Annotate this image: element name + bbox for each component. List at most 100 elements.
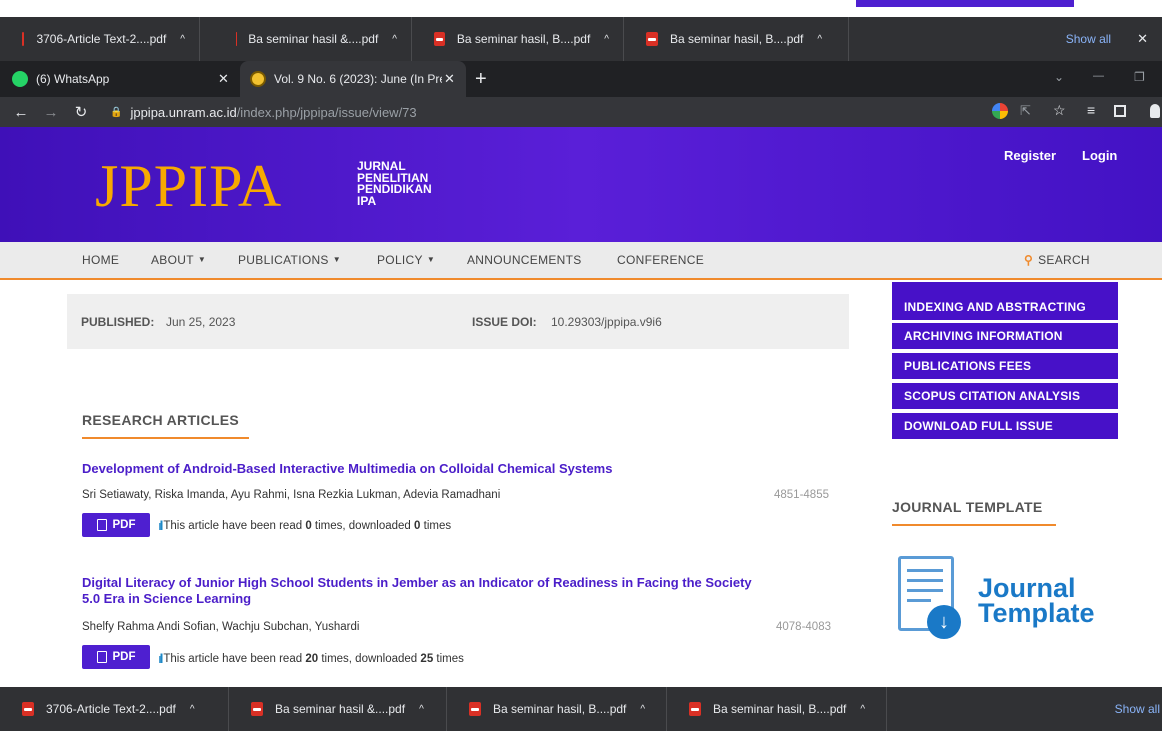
article-title-line: Digital Literacy of Junior High School S…: [82, 575, 752, 590]
article-title[interactable]: Development of Android-Based Interactive…: [82, 461, 612, 477]
tab-search-icon[interactable]: ⌄: [1054, 70, 1064, 84]
tab-whatsapp[interactable]: (6) WhatsApp ✕: [12, 61, 240, 97]
sidebar-publication-fees[interactable]: PUBLICATIONS FEES: [892, 353, 1118, 379]
search-icon: ⚲: [1024, 253, 1034, 267]
show-all-button[interactable]: Show all: [1115, 702, 1160, 716]
section-underline: [82, 437, 249, 439]
download-item[interactable]: Ba seminar hasil &....pdf ^: [200, 17, 412, 61]
stats-text: times: [423, 519, 452, 532]
nav-announcements[interactable]: ANNOUNCEMENTS: [467, 253, 582, 267]
sidebar-scopus[interactable]: SCOPUS CITATION ANALYSIS: [892, 383, 1118, 409]
chevron-up-icon[interactable]: ^: [180, 34, 185, 45]
download-item[interactable]: 3706-Article Text-2....pdf ^: [0, 687, 229, 731]
login-link[interactable]: Login: [1082, 148, 1117, 163]
download-filename: 3706-Article Text-2....pdf: [36, 32, 167, 46]
doc-line: [907, 579, 943, 582]
download-filename: Ba seminar hasil, B....pdf: [493, 702, 627, 716]
pdf-file-icon: [22, 32, 25, 46]
show-all-button[interactable]: Show all: [1066, 32, 1111, 46]
nav-home[interactable]: HOME: [82, 253, 119, 267]
download-item[interactable]: Ba seminar hasil, B....pdf ^: [624, 17, 849, 61]
chevron-up-icon[interactable]: ^: [392, 34, 397, 45]
close-icon[interactable]: ✕: [444, 71, 455, 87]
article-stats: ıll This article have been read 0 times,…: [158, 518, 451, 533]
article-stats: ıll This article have been read 20 times…: [158, 651, 464, 666]
pdf-button[interactable]: PDF: [82, 645, 150, 669]
reload-icon[interactable]: ↻: [70, 103, 92, 121]
article-title[interactable]: Digital Literacy of Junior High School S…: [82, 575, 752, 607]
page-peek-strip: [856, 0, 1074, 7]
tab-jppipa[interactable]: Vol. 9 No. 6 (2023): June (In Press ✕: [240, 61, 466, 97]
pdf-file-icon: [469, 702, 481, 716]
issue-info-box: PUBLISHED: Jun 25, 2023 ISSUE DOI: 10.29…: [67, 294, 849, 349]
journal-template-link[interactable]: Journal Template: [978, 575, 1095, 628]
published-label: PUBLISHED:: [81, 315, 155, 329]
chevron-up-icon[interactable]: ^: [604, 34, 609, 45]
site-logo[interactable]: JPPIPA: [95, 156, 282, 216]
stats-text: times, downloaded: [314, 519, 411, 532]
article-authors: Sri Setiawaty, Riska Imanda, Ayu Rahmi, …: [82, 489, 501, 501]
read-count: 20: [305, 652, 319, 665]
bookmark-star-icon[interactable]: ☆: [1053, 102, 1066, 119]
stats-text: This article have been read: [163, 519, 303, 532]
pdf-file-icon: [646, 32, 658, 46]
download-bar-top: 3706-Article Text-2....pdf ^ Ba seminar …: [0, 17, 1162, 61]
site-favicon-icon: [250, 71, 266, 87]
download-filename: Ba seminar hasil, B....pdf: [456, 32, 591, 46]
nav-about-label: ABOUT: [151, 253, 194, 267]
doi-label: ISSUE DOI:: [472, 315, 537, 329]
sidebar-download-full-issue[interactable]: DOWNLOAD FULL ISSUE: [892, 413, 1118, 439]
chevron-up-icon[interactable]: ^: [640, 704, 645, 715]
read-count: 0: [305, 519, 312, 532]
back-icon[interactable]: ←: [10, 104, 32, 121]
minimize-icon[interactable]: —: [1093, 70, 1104, 82]
doi-value[interactable]: 10.29303/jppipa.v9i6: [551, 315, 662, 329]
forward-icon[interactable]: →: [40, 104, 62, 121]
download-count: 25: [420, 652, 434, 665]
register-link[interactable]: Register: [1004, 148, 1056, 163]
download-item[interactable]: 3706-Article Text-2....pdf ^: [0, 17, 200, 61]
nav-conference[interactable]: CONFERENCE: [617, 253, 704, 267]
chevron-up-icon[interactable]: ^: [419, 704, 424, 715]
reading-list-icon[interactable]: ≡: [1087, 102, 1095, 118]
article-title-line: 5.0 Era in Science Learning: [82, 591, 252, 606]
download-filename: Ba seminar hasil &....pdf: [248, 32, 379, 46]
nav-about[interactable]: ABOUT ▼: [151, 253, 206, 267]
google-icon[interactable]: [992, 103, 1008, 119]
article-pages: 4851-4855: [774, 489, 829, 501]
journal-template-heading: JOURNAL TEMPLATE: [892, 499, 1043, 515]
chevron-up-icon[interactable]: ^: [817, 34, 822, 45]
doc-line: [907, 569, 943, 572]
tab-title: Vol. 9 No. 6 (2023): June (In Press: [274, 72, 442, 86]
profile-icon[interactable]: [1150, 104, 1160, 118]
chevron-up-icon[interactable]: ^: [860, 704, 865, 715]
download-item[interactable]: Ba seminar hasil, B....pdf ^: [412, 17, 624, 61]
close-icon[interactable]: ✕: [1137, 31, 1148, 47]
sidebar-button-cropped[interactable]: [892, 282, 1118, 294]
pdf-doc-icon: [96, 651, 107, 663]
bar-chart-icon: ıll: [158, 518, 164, 533]
close-icon[interactable]: ✕: [218, 71, 229, 87]
logo-subtitle: JURNAL PENELITIAN PENDIDIKAN IPA: [357, 160, 432, 208]
nav-search[interactable]: ⚲ SEARCH: [1024, 253, 1090, 267]
template-text-line: Template: [978, 598, 1095, 628]
download-item[interactable]: Ba seminar hasil &....pdf ^: [229, 687, 447, 731]
sidebar-archiving[interactable]: ARCHIVING INFORMATION: [892, 323, 1118, 349]
side-panel-icon[interactable]: [1114, 105, 1126, 117]
pdf-button[interactable]: PDF: [82, 513, 150, 537]
chevron-up-icon[interactable]: ^: [190, 704, 195, 715]
download-arrow-icon[interactable]: ↓: [927, 605, 961, 639]
share-icon[interactable]: ⇱: [1020, 103, 1031, 119]
address-bar[interactable]: 🔒 jppipa.unram.ac.id/index.php/jppipa/is…: [110, 100, 976, 124]
nav-policy[interactable]: POLICY ▼: [377, 253, 435, 267]
download-item[interactable]: Ba seminar hasil, B....pdf ^: [447, 687, 667, 731]
logo-sub-line: IPA: [357, 193, 377, 208]
sidebar-indexing[interactable]: INDEXING AND ABSTRACTING: [892, 294, 1118, 320]
download-filename: 3706-Article Text-2....pdf: [46, 702, 176, 716]
nav-publications[interactable]: PUBLICATIONS ▼: [238, 253, 341, 267]
doc-line: [907, 589, 943, 592]
tab-title: (6) WhatsApp: [36, 72, 110, 86]
download-item[interactable]: Ba seminar hasil, B....pdf ^: [667, 687, 887, 731]
new-tab-button[interactable]: +: [475, 68, 487, 91]
restore-icon[interactable]: ❐: [1134, 70, 1145, 84]
